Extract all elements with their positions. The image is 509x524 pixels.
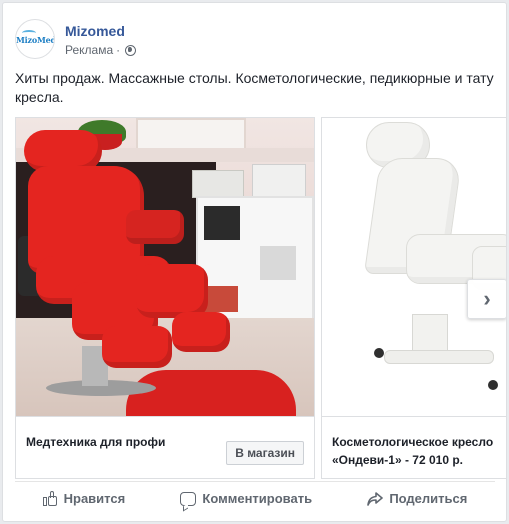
carousel-caption-2[interactable]: Косметологическое кресло «Ондеви-1» - 72… xyxy=(322,416,506,478)
shelf-basket xyxy=(204,286,238,312)
scene-window xyxy=(136,118,246,150)
carousel-next-button[interactable]: › xyxy=(467,279,506,319)
scene-device xyxy=(252,164,306,198)
page-name-link[interactable]: Mizomed xyxy=(65,23,125,39)
chevron-right-icon: › xyxy=(483,286,491,311)
sponsored-label[interactable]: Реклама xyxy=(65,43,113,57)
scene-rug xyxy=(126,370,296,416)
shelf-cubby xyxy=(260,246,296,280)
meta-separator: · xyxy=(116,43,121,57)
action-bar: Нравится Комментировать Поделиться xyxy=(15,481,495,515)
page-avatar[interactable]: MizoMed xyxy=(15,19,55,59)
carousel-image-white-chair[interactable] xyxy=(322,118,506,416)
scene-shelf xyxy=(196,196,314,328)
comment-button[interactable]: Комментировать xyxy=(180,491,312,506)
comment-label: Комментировать xyxy=(202,491,313,506)
logo-text: MizoMed xyxy=(16,35,55,45)
share-label: Поделиться xyxy=(389,491,468,506)
globe-icon[interactable] xyxy=(125,44,137,56)
carousel: Медтехника для профи В магазин Косметоло… xyxy=(15,117,506,479)
caption-title: Медтехника для профи xyxy=(26,435,166,449)
carousel-caption-1[interactable]: Медтехника для профи В магазин xyxy=(16,416,314,478)
post-header: MizoMed Mizomed Реклама · xyxy=(15,17,495,63)
ad-post-card: MizoMed Mizomed Реклама · Хиты продаж. М… xyxy=(2,2,507,522)
share-button[interactable]: Поделиться xyxy=(367,491,467,506)
like-label: Нравится xyxy=(63,491,126,506)
chair-foot-rest-left xyxy=(102,326,172,368)
like-button[interactable]: Нравится xyxy=(42,491,126,506)
wheel xyxy=(488,380,498,390)
shop-now-button[interactable]: В магазин xyxy=(226,441,304,465)
caption-title: Косметологическое кресло «Ондеви-1» - 72… xyxy=(332,435,494,467)
thumbs-up-icon xyxy=(42,491,58,506)
post-meta: Реклама · xyxy=(65,43,137,57)
post-text: Хиты продаж. Массажные столы. Косметолог… xyxy=(15,70,494,105)
chair-leg-rest-right xyxy=(136,264,208,318)
chair-foot-rest-right xyxy=(172,312,230,352)
wheel xyxy=(374,348,384,358)
white-chair-base xyxy=(384,350,494,364)
chair-towel xyxy=(126,210,184,244)
carousel-card-1[interactable]: Медтехника для профи В магазин xyxy=(15,117,315,479)
comment-bubble-icon xyxy=(180,491,197,506)
white-chair-column xyxy=(412,314,448,354)
carousel-image-red-chair[interactable] xyxy=(16,118,314,416)
scene-device xyxy=(192,170,244,198)
share-arrow-icon xyxy=(367,491,384,506)
shelf-cubby xyxy=(204,206,240,240)
